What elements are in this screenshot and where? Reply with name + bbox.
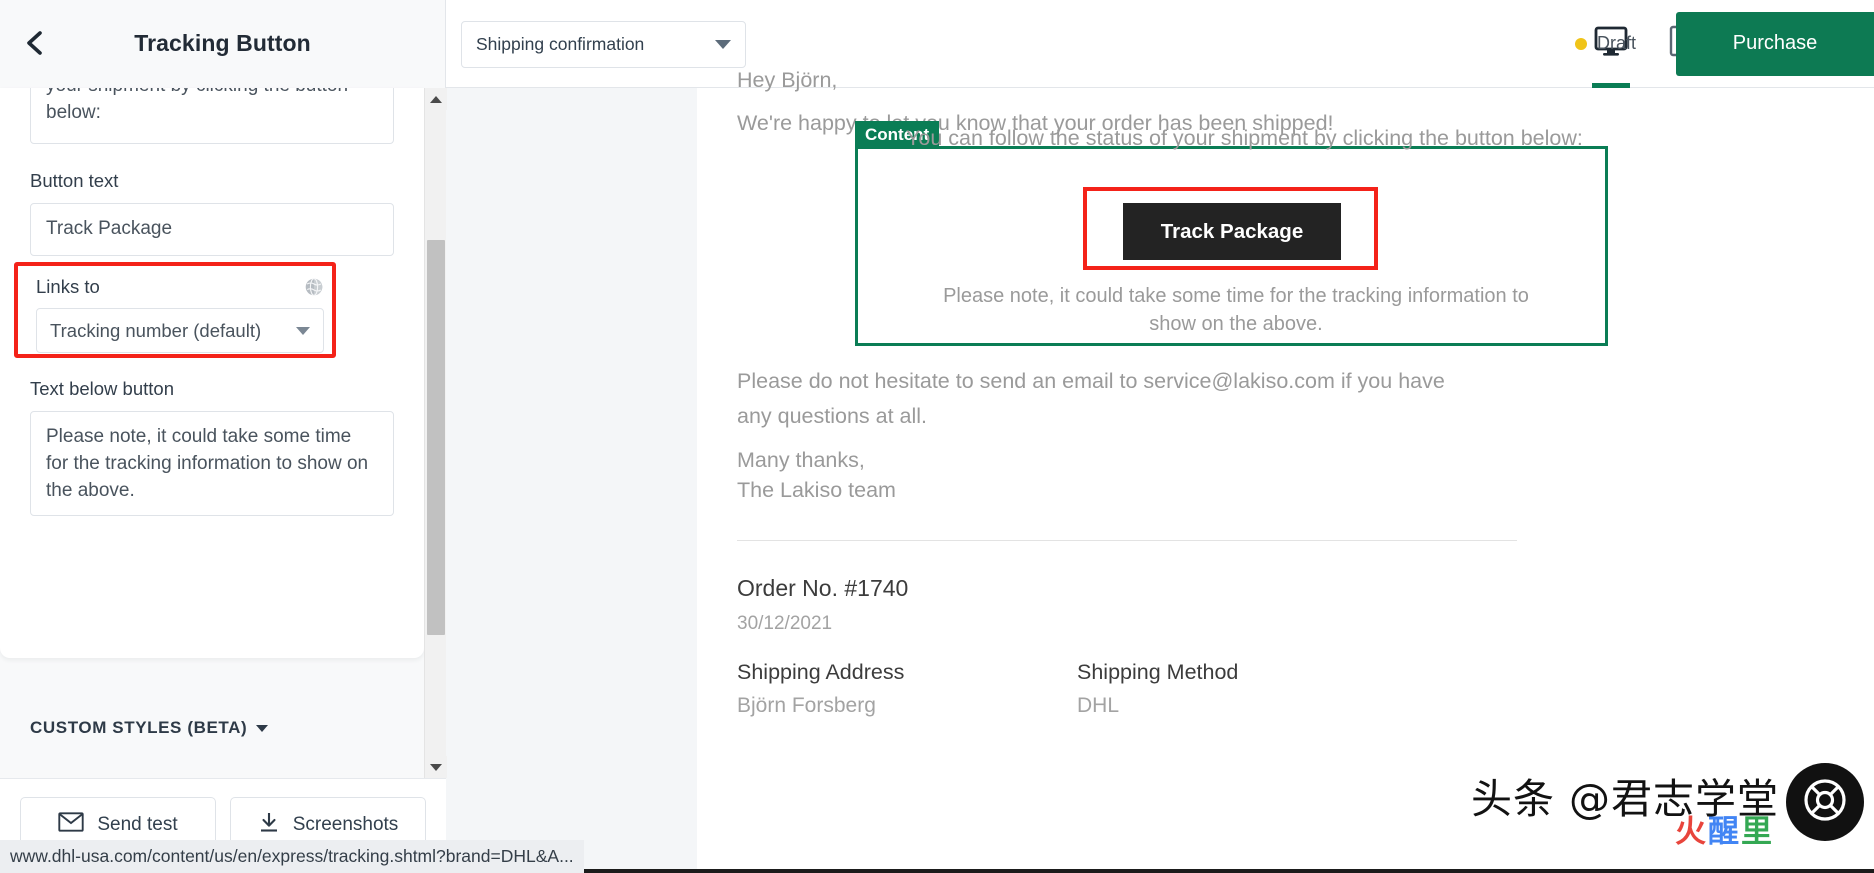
button-subtext-line2: show on the above. [1149,313,1323,336]
button-text-label: Button text [30,170,119,191]
envelope-icon [58,812,85,838]
button-text-input[interactable]: Track Package [30,203,394,256]
shipping-address-value: Björn Forsberg [737,694,876,717]
scroll-up-button[interactable] [425,88,447,110]
text-below-button-value: Please note, it could take some time for… [46,426,369,501]
text-below-button-label: Text below button [30,378,174,399]
browser-status-bar: www.dhl-usa.com/content/us/en/express/tr… [0,840,584,873]
links-to-highlight: Links to Tracking number (default) [14,262,336,358]
chevron-down-icon [256,724,269,732]
sidebar-scrollbar[interactable] [424,88,447,778]
signature-block: Many thanks, The Lakiso team [737,446,896,505]
thanks-line-1: Many thanks, [737,448,865,472]
screenshots-label: Screenshots [292,814,399,835]
top-bar: Tracking Button Shipping confirmation Dr… [0,0,1874,88]
caret-down-icon [430,763,442,771]
custom-styles-toggle[interactable]: CUSTOM STYLES (BETA) [0,688,424,768]
sidebar-header: Tracking Button [0,0,446,88]
content-line: You can follow the status of your shipme… [906,126,1583,150]
email-canvas: Hey Björn, We're happy to let you know t… [697,68,1874,873]
status-indicator: Draft [1574,0,1636,88]
links-to-field: Links to Tracking number (default) [36,276,324,353]
support-line-1: Please do not hesitate to send an email … [737,369,1445,393]
body-text-value: your shipment by clicking the button bel… [30,88,394,144]
status-dot [1574,37,1587,50]
purchase-button[interactable]: Purchase [1676,11,1874,76]
thanks-line-2: The Lakiso team [737,477,896,502]
help-button[interactable] [1786,763,1864,841]
download-icon [258,811,280,839]
links-to-label: Links to [36,276,100,297]
email-greeting: Hey Björn, [737,68,838,92]
button-subtext-line1: Please note, it could take some time for… [943,285,1529,307]
globe-icon[interactable] [304,277,324,297]
shipping-method-heading: Shipping Method [1077,660,1239,684]
body-text-field-clipped[interactable]: your shipment by clicking the button bel… [0,88,424,144]
chevron-left-icon [24,30,46,56]
button-subtext: Please note, it could take some time for… [916,282,1556,339]
custom-styles-label: CUSTOM STYLES (BETA) [30,718,248,737]
shipping-details: Shipping Address Björn Forsberg Shipping… [737,660,1517,718]
support-paragraph: Please do not hesitate to send an email … [737,364,1527,434]
track-button-highlight: Track Package [1083,187,1378,270]
scrollbar-thumb[interactable] [427,240,445,635]
shipping-method-col: Shipping Method DHL [1077,660,1417,718]
links-to-value: Tracking number (default) [50,319,262,341]
settings-sidebar: your shipment by clicking the button bel… [0,88,447,873]
chevron-down-icon [296,326,310,335]
order-number: Order No. #1740 [737,575,909,601]
button-text-value: Track Package [46,218,173,240]
caret-up-icon [430,95,442,103]
shipping-address-heading: Shipping Address [737,660,905,684]
page-title: Tracking Button [134,30,311,56]
links-to-select[interactable]: Tracking number (default) [36,308,324,353]
content-block-selected[interactable]: Content You can follow the status of you… [855,121,1608,346]
shipping-method-value: DHL [1077,694,1120,717]
shipping-address-col: Shipping Address Björn Forsberg [737,660,1077,718]
button-text-field: Button text Track Package [0,170,424,256]
text-below-button-field: Text below button Please note, it could … [0,378,424,516]
back-button[interactable] [18,26,52,60]
status-badge: Draft [1596,33,1636,53]
status-bar-url: www.dhl-usa.com/content/us/en/express/tr… [10,846,574,866]
template-select[interactable]: Shipping confirmation [461,20,746,68]
section-divider [737,540,1517,541]
lifebuoy-icon [1802,777,1848,828]
chevron-down-icon [715,39,731,49]
scroll-down-button[interactable] [425,756,447,778]
sidebar-scroll-area: your shipment by clicking the button bel… [0,88,424,658]
text-below-button-textarea[interactable]: Please note, it could take some time for… [30,411,394,516]
support-line-2: any questions at all. [737,403,928,428]
send-test-label: Send test [97,814,178,835]
email-preview-area: Hey Björn, We're happy to let you know t… [447,68,1874,873]
template-select-value: Shipping confirmation [476,33,645,54]
order-date: 30/12/2021 [737,613,833,634]
top-bar-main: Shipping confirmation Draft Purchase [446,0,1874,88]
track-package-button[interactable]: Track Package [1123,203,1341,260]
